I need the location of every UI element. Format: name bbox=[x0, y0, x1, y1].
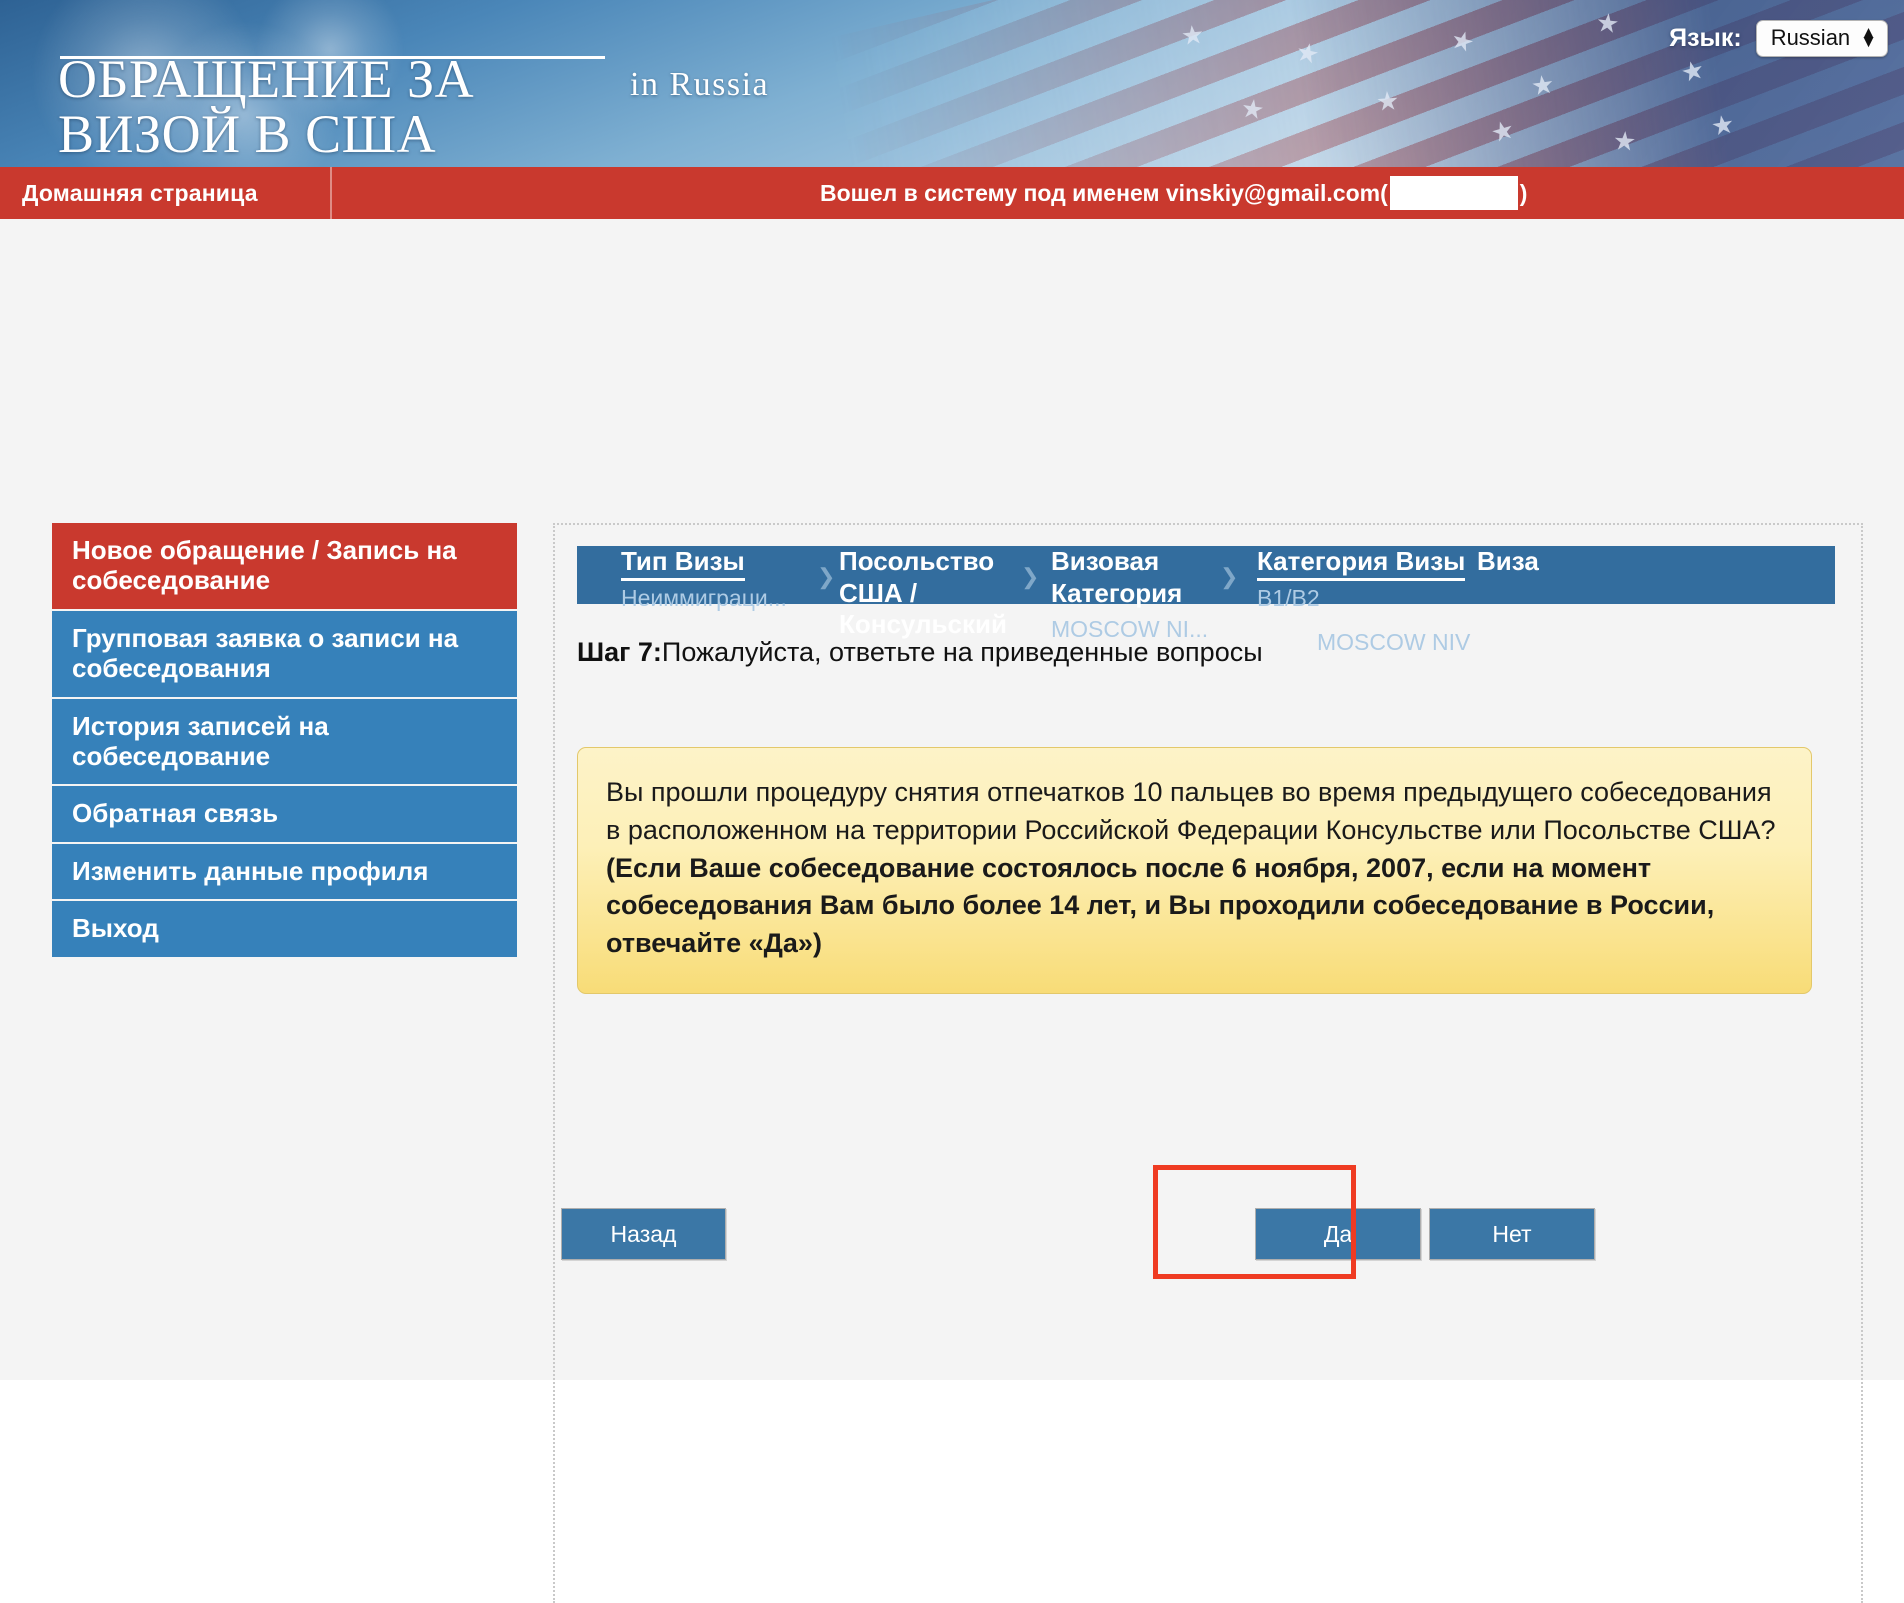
chevron-down-icon: ▼ bbox=[1860, 32, 1877, 51]
breadcrumb-step-sub: Неиммиграци... bbox=[621, 584, 787, 611]
main-content: Тип Визы Неиммиграци... ❯ Посольство США… bbox=[553, 523, 1863, 1603]
step-text: Пожалуйста, ответьте на приведенные вопр… bbox=[661, 637, 1263, 667]
sidebar-item-group-application[interactable]: Групповая заявка о записи на собеседован… bbox=[52, 610, 517, 699]
breadcrumb-step-sub: B1/B2 bbox=[1257, 584, 1320, 611]
login-status: Вошел в систему под именем vinskiy@gmail… bbox=[820, 167, 1527, 219]
language-selector[interactable]: Язык: Russian ▲ ▼ bbox=[1669, 20, 1888, 57]
question-text: Вы прошли процедуру снятия отпечатков 10… bbox=[606, 777, 1776, 845]
site-header: ★ ★ ★ ★ ★ ★ ★ ★ ★ ★ ★ ★ ОБРАЩЕНИЕ ЗА ВИЗ… bbox=[0, 0, 1904, 167]
question-note: (Если Ваше собеседование состоялось посл… bbox=[606, 852, 1715, 959]
breadcrumb-step-visa-class[interactable]: Категория Визы B1/B2 bbox=[1257, 546, 1487, 612]
login-prefix: Вошел в систему под именем bbox=[820, 179, 1160, 206]
breadcrumb-step-title: Посольство США / Консульский bbox=[839, 546, 1007, 640]
chevron-right-icon: ❯ bbox=[1220, 564, 1239, 589]
language-label: Язык: bbox=[1669, 24, 1742, 52]
login-paren-close: ) bbox=[1519, 179, 1528, 206]
chevron-updown-icon[interactable]: ▲ ▼ bbox=[1860, 24, 1877, 51]
no-button[interactable]: Нет bbox=[1429, 1208, 1595, 1260]
chevron-right-icon: ❯ bbox=[1021, 564, 1040, 589]
breadcrumb-step-visa-type[interactable]: Тип Визы Неиммиграци... bbox=[621, 546, 821, 612]
answer-button-group: Да Нет bbox=[1255, 1208, 1595, 1260]
sidebar-item-edit-profile[interactable]: Изменить данные профиля bbox=[52, 843, 517, 902]
step-label: Шаг 7: bbox=[577, 637, 662, 667]
redacted-field bbox=[1389, 176, 1518, 210]
chevron-right-icon: ❯ bbox=[817, 564, 836, 589]
breadcrumb-step-title: Тип Визы bbox=[621, 546, 745, 581]
sidebar-item-new-application[interactable]: Новое обращение / Запись на собеседовани… bbox=[52, 523, 517, 611]
step-heading: Шаг 7:Пожалуйста, ответьте на приведенны… bbox=[577, 637, 1263, 668]
language-value: Russian bbox=[1770, 25, 1851, 50]
sidebar-item-feedback[interactable]: Обратная связь bbox=[52, 786, 517, 844]
nav-home-link[interactable]: Домашняя страница bbox=[0, 180, 258, 207]
page-title: ОБРАЩЕНИЕ ЗА ВИЗОЙ В США bbox=[58, 49, 678, 165]
site-title-line2: ВИЗОЙ В США bbox=[58, 104, 437, 165]
breadcrumb-step-title: Виза bbox=[1477, 546, 1539, 576]
site-title-line1: ОБРАЩЕНИЕ ЗА bbox=[58, 49, 475, 109]
question-callout: Вы прошли процедуру снятия отпечатков 10… bbox=[577, 747, 1812, 994]
breadcrumb: Тип Визы Неиммиграци... ❯ Посольство США… bbox=[577, 546, 1835, 655]
sidebar-item-logout[interactable]: Выход bbox=[52, 901, 517, 959]
sidebar-item-appointment-history[interactable]: История записей на собеседование bbox=[52, 698, 517, 787]
nav-divider bbox=[330, 167, 332, 219]
login-paren-open: ( bbox=[1380, 179, 1388, 206]
sidebar-menu: Новое обращение / Запись на собеседовани… bbox=[52, 523, 517, 959]
breadcrumb-step-title: Категория Визы bbox=[1257, 546, 1466, 581]
breadcrumb-step-sub: MOSCOW NIV bbox=[1317, 628, 1471, 655]
yes-button[interactable]: Да bbox=[1255, 1208, 1421, 1260]
breadcrumb-step-embassy[interactable]: Посольство США / Консульский bbox=[839, 546, 1039, 647]
top-navbar: Домашняя страница Вошел в систему под им… bbox=[0, 167, 1904, 219]
breadcrumb-step-visa-category[interactable]: Визовая Категория MOSCOW NI... bbox=[1051, 546, 1251, 643]
site-subtitle: in Russia bbox=[630, 66, 770, 103]
back-button[interactable]: Назад bbox=[561, 1208, 726, 1260]
page-body: Новое обращение / Запись на собеседовани… bbox=[0, 219, 1904, 1603]
language-dropdown[interactable]: Russian ▲ ▼ bbox=[1755, 20, 1888, 57]
breadcrumb-step-visa[interactable]: Виза MOSCOW NIV bbox=[1317, 546, 1677, 656]
login-email: vinskiy@gmail.com bbox=[1165, 179, 1381, 206]
breadcrumb-step-title: Визовая Категория bbox=[1051, 546, 1183, 608]
